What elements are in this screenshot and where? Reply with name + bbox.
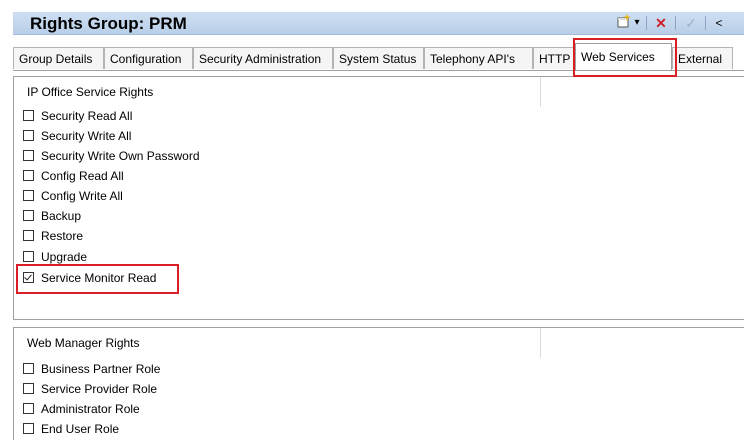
tab-telephony-apis[interactable]: Telephony API's	[424, 47, 533, 69]
restore-checkbox[interactable]	[23, 230, 34, 241]
ip-office-section-title: IP Office Service Rights	[27, 85, 154, 99]
security-read-all-checkbox[interactable]	[23, 110, 34, 121]
tab-configuration[interactable]: Configuration	[104, 47, 193, 69]
service-provider-role-label: Service Provider Role	[41, 382, 158, 396]
delete-icon[interactable]: ✕	[654, 14, 668, 32]
tab-http[interactable]: HTTP	[533, 47, 575, 69]
config-write-all-label: Config Write All	[41, 189, 123, 203]
upgrade-checkbox[interactable]	[23, 251, 34, 262]
toolbar-separator	[675, 16, 676, 30]
restore-label: Restore	[41, 229, 84, 243]
security-write-own-password-label: Security Write Own Password	[41, 149, 200, 163]
administrator-role-checkbox[interactable]	[23, 403, 34, 414]
backup-label: Backup	[41, 209, 82, 223]
header-label: Rights Group:	[30, 14, 145, 33]
dropdown-arrow-icon[interactable]: ▾	[632, 14, 642, 32]
end-user-role-label: End User Role	[41, 422, 120, 436]
upgrade-label: Upgrade	[41, 250, 88, 264]
rights-group-header: Rights Group: PRM ▾ ✕ ✓ <	[13, 12, 744, 35]
tab-security-administration[interactable]: Security Administration	[193, 47, 333, 69]
business-partner-role-label: Business Partner Role	[41, 362, 161, 376]
tab-group-details[interactable]: Group Details	[13, 47, 104, 69]
toolbar-separator	[646, 16, 647, 30]
toolbar-separator	[705, 16, 706, 30]
tab-external[interactable]: External	[672, 47, 733, 69]
security-write-all-checkbox[interactable]	[23, 130, 34, 141]
business-partner-role-checkbox[interactable]	[23, 363, 34, 374]
config-read-all-checkbox[interactable]	[23, 170, 34, 181]
backup-checkbox[interactable]	[23, 210, 34, 221]
column-divider	[540, 328, 541, 358]
security-read-all-label: Security Read All	[41, 109, 133, 123]
web-manager-section-title: Web Manager Rights	[27, 336, 140, 350]
header-group-name: PRM	[149, 14, 187, 33]
service-provider-role-checkbox[interactable]	[23, 383, 34, 394]
ok-checkmark-icon[interactable]: ✓	[684, 14, 698, 32]
column-divider	[540, 77, 541, 107]
end-user-role-checkbox[interactable]	[23, 423, 34, 434]
administrator-role-label: Administrator Role	[41, 402, 140, 416]
web-services-highlight	[573, 38, 677, 77]
security-write-all-label: Security Write All	[41, 129, 132, 143]
back-arrow-icon[interactable]: <	[713, 14, 725, 32]
config-read-all-label: Config Read All	[41, 169, 124, 183]
service-monitor-read-highlight	[16, 264, 179, 294]
web-manager-rights-panel: Web Manager Rights Business Partner Role…	[13, 327, 744, 440]
config-write-all-checkbox[interactable]	[23, 190, 34, 201]
new-item-icon[interactable]	[616, 14, 632, 32]
tab-system-status[interactable]: System Status	[333, 47, 424, 69]
security-write-own-password-checkbox[interactable]	[23, 150, 34, 161]
